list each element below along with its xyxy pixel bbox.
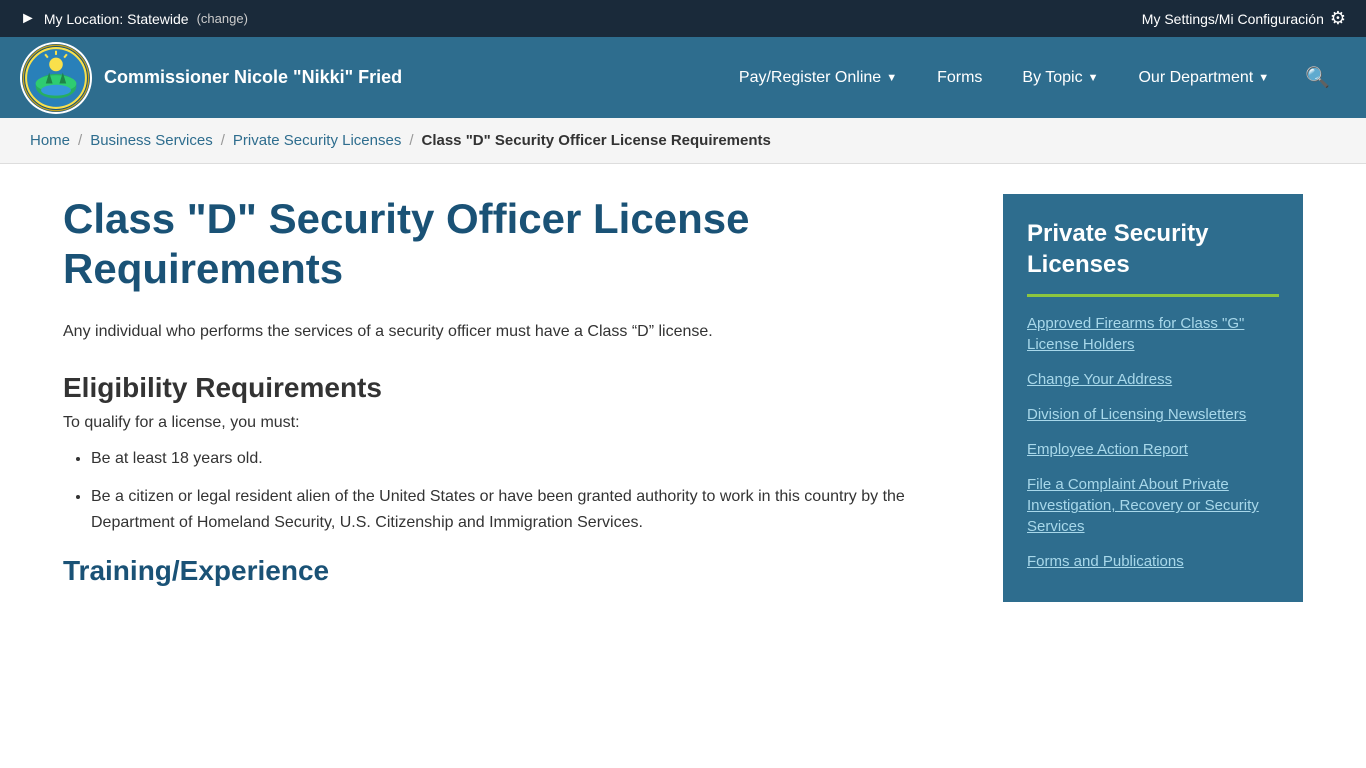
list-item: Employee Action Report — [1027, 439, 1279, 460]
logo-area: Commissioner Nicole "Nikki" Fried — [20, 42, 402, 114]
training-heading: Training/Experience — [63, 555, 963, 587]
settings-label: My Settings/Mi Configuración — [1142, 11, 1324, 27]
sidebar-link-employee-action[interactable]: Employee Action Report — [1027, 441, 1188, 458]
sidebar-link-complaint[interactable]: File a Complaint About Private Investiga… — [1027, 476, 1259, 535]
sidebar-link-firearms[interactable]: Approved Firearms for Class "G" License … — [1027, 315, 1244, 353]
top-bar: ► My Location: Statewide (change) My Set… — [0, 0, 1366, 37]
settings-area[interactable]: My Settings/Mi Configuración ⚙ — [1142, 8, 1346, 29]
list-item: Forms and Publications — [1027, 551, 1279, 572]
commissioner-name: Commissioner Nicole "Nikki" Fried — [104, 67, 402, 88]
main-header: Commissioner Nicole "Nikki" Fried Pay/Re… — [0, 37, 1366, 118]
breadcrumb-sep-1: / — [78, 132, 82, 149]
main-content: Class "D" Security Officer License Requi… — [63, 194, 963, 602]
sidebar-link-forms[interactable]: Forms and Publications — [1027, 553, 1184, 570]
change-location-link[interactable]: (change) — [197, 11, 248, 26]
sidebar-links: Approved Firearms for Class "G" License … — [1027, 313, 1279, 572]
breadcrumb-private-security[interactable]: Private Security Licenses — [233, 132, 401, 149]
sidebar-divider — [1027, 294, 1279, 297]
nav-by-topic-arrow: ▼ — [1088, 72, 1099, 84]
breadcrumb-current: Class "D" Security Officer License Requi… — [422, 132, 771, 149]
sidebar-box: Private Security Licenses Approved Firea… — [1003, 194, 1303, 602]
list-item: Division of Licensing Newsletters — [1027, 404, 1279, 425]
nav-by-topic[interactable]: By Topic ▼ — [1002, 41, 1118, 115]
page-title: Class "D" Security Officer License Requi… — [63, 194, 963, 295]
eligibility-heading: Eligibility Requirements — [63, 372, 963, 404]
search-icon[interactable]: 🔍 — [1289, 37, 1346, 118]
sidebar: Private Security Licenses Approved Firea… — [1003, 194, 1303, 602]
nav-pay-register[interactable]: Pay/Register Online ▼ — [719, 41, 917, 115]
breadcrumb: Home / Business Services / Private Secur… — [0, 118, 1366, 164]
location-area: ► My Location: Statewide (change) — [20, 10, 248, 28]
breadcrumb-business-services[interactable]: Business Services — [90, 132, 213, 149]
list-item: File a Complaint About Private Investiga… — [1027, 474, 1279, 537]
sidebar-title: Private Security Licenses — [1027, 218, 1279, 280]
location-icon: ► — [20, 10, 36, 28]
breadcrumb-sep-2: / — [221, 132, 225, 149]
eligibility-subtext: To qualify for a license, you must: — [63, 414, 963, 432]
list-item: Approved Firearms for Class "G" License … — [1027, 313, 1279, 355]
list-item: Be a citizen or legal resident alien of … — [91, 484, 963, 535]
eligibility-list: Be at least 18 years old. Be a citizen o… — [63, 446, 963, 535]
nav-pay-register-arrow: ▼ — [886, 72, 897, 84]
intro-text: Any individual who performs the services… — [63, 319, 963, 345]
sidebar-link-newsletters[interactable]: Division of Licensing Newsletters — [1027, 406, 1246, 423]
location-text: My Location: Statewide — [44, 11, 189, 27]
settings-icon[interactable]: ⚙ — [1330, 8, 1346, 29]
sidebar-link-address[interactable]: Change Your Address — [1027, 371, 1172, 388]
breadcrumb-home[interactable]: Home — [30, 132, 70, 149]
content-area: Class "D" Security Officer License Requi… — [33, 164, 1333, 632]
list-item: Change Your Address — [1027, 369, 1279, 390]
list-item: Be at least 18 years old. — [91, 446, 963, 472]
breadcrumb-sep-3: / — [409, 132, 413, 149]
nav-forms[interactable]: Forms — [917, 41, 1002, 115]
main-nav: Pay/Register Online ▼ Forms By Topic ▼ O… — [719, 37, 1346, 118]
nav-our-department[interactable]: Our Department ▼ — [1118, 41, 1289, 115]
logo-circle — [20, 42, 92, 114]
nav-our-department-arrow: ▼ — [1258, 72, 1269, 84]
